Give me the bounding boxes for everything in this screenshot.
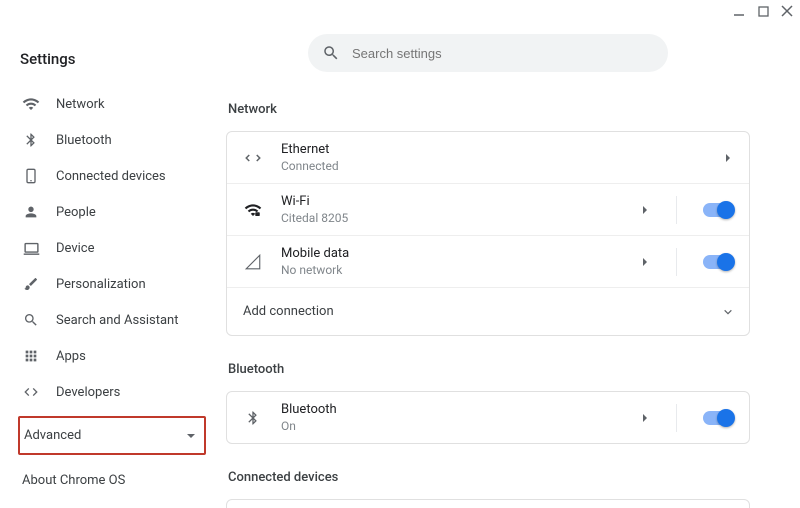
- sidebar-item-label: People: [56, 205, 96, 220]
- ethernet-label: Ethernet: [281, 142, 705, 157]
- bluetooth-icon: [243, 408, 263, 428]
- laptop-icon: [22, 239, 40, 257]
- sidebar-item-label: Personalization: [56, 277, 146, 292]
- sidebar-item-search-assistant[interactable]: Search and Assistant: [18, 302, 198, 338]
- bluetooth-row[interactable]: Bluetooth On: [227, 392, 749, 443]
- section-title-network: Network: [228, 102, 750, 117]
- page-title: Settings: [18, 24, 198, 86]
- ethernet-row[interactable]: Ethernet Connected: [227, 132, 749, 183]
- chevron-right-icon[interactable]: [640, 205, 650, 215]
- bluetooth-label: Bluetooth: [281, 402, 622, 417]
- search-container[interactable]: [308, 34, 668, 72]
- sidebar-advanced-toggle[interactable]: Advanced: [18, 416, 206, 455]
- advanced-label: Advanced: [24, 428, 81, 443]
- search-input[interactable]: [352, 46, 654, 61]
- sidebar-item-people[interactable]: People: [18, 194, 198, 230]
- chevron-right-icon: [723, 153, 733, 163]
- sidebar-item-device[interactable]: Device: [18, 230, 198, 266]
- bluetooth-toggle[interactable]: [703, 411, 733, 425]
- chevron-right-icon[interactable]: [640, 413, 650, 423]
- connected-device-row[interactable]: Galaxy S21 5G Enabled: [227, 500, 749, 508]
- ethernet-icon: [243, 148, 263, 168]
- maximize-icon[interactable]: [756, 4, 770, 18]
- sidebar-item-apps[interactable]: Apps: [18, 338, 198, 374]
- wifi-lock-icon: [243, 200, 263, 220]
- signal-icon: [243, 252, 263, 272]
- sidebar-item-network[interactable]: Network: [18, 86, 198, 122]
- sidebar-item-bluetooth[interactable]: Bluetooth: [18, 122, 198, 158]
- wifi-toggle[interactable]: [703, 203, 733, 217]
- sidebar-item-label: Connected devices: [56, 169, 166, 184]
- close-icon[interactable]: [780, 4, 794, 18]
- sidebar-item-connected-devices[interactable]: Connected devices: [18, 158, 198, 194]
- wifi-row[interactable]: Wi-Fi Citedal 8205: [227, 183, 749, 235]
- chevron-down-icon: [186, 431, 196, 441]
- mobile-toggle[interactable]: [703, 255, 733, 269]
- bluetooth-card: Bluetooth On: [226, 391, 750, 444]
- section-title-bluetooth: Bluetooth: [228, 362, 750, 377]
- add-connection-row[interactable]: Add connection: [227, 287, 749, 335]
- apps-icon: [22, 347, 40, 365]
- code-icon: [22, 383, 40, 401]
- connected-card: Galaxy S21 5G Enabled: [226, 499, 750, 508]
- minimize-icon[interactable]: [732, 4, 746, 18]
- wifi-label: Wi-Fi: [281, 194, 622, 209]
- mobile-status: No network: [281, 263, 622, 277]
- mobile-label: Mobile data: [281, 246, 622, 261]
- divider: [676, 404, 677, 432]
- ethernet-status: Connected: [281, 159, 705, 173]
- wifi-status: Citedal 8205: [281, 211, 622, 225]
- search-icon: [322, 44, 340, 62]
- wifi-icon: [22, 95, 40, 113]
- sidebar-item-label: Search and Assistant: [56, 313, 179, 328]
- about-label: About Chrome OS: [22, 473, 125, 488]
- search-icon: [22, 311, 40, 329]
- sidebar-about[interactable]: About Chrome OS: [18, 455, 198, 506]
- section-title-connected: Connected devices: [228, 470, 750, 485]
- chevron-right-icon[interactable]: [640, 257, 650, 267]
- bluetooth-icon: [22, 131, 40, 149]
- sidebar-item-developers[interactable]: Developers: [18, 374, 198, 410]
- sidebar-item-label: Device: [56, 241, 95, 256]
- sidebar-item-personalization[interactable]: Personalization: [18, 266, 198, 302]
- divider: [676, 248, 677, 276]
- brush-icon: [22, 275, 40, 293]
- mobile-row[interactable]: Mobile data No network: [227, 235, 749, 287]
- divider: [676, 196, 677, 224]
- sidebar-item-label: Network: [56, 97, 105, 112]
- person-icon: [22, 203, 40, 221]
- sidebar-item-label: Bluetooth: [56, 133, 112, 148]
- network-card: Ethernet Connected Wi-Fi Citedal 8205 Mo: [226, 131, 750, 336]
- bluetooth-status: On: [281, 419, 622, 433]
- sidebar-item-label: Apps: [56, 349, 86, 364]
- chevron-down-icon: [723, 307, 733, 317]
- add-connection-label: Add connection: [243, 304, 705, 319]
- phone-icon: [22, 167, 40, 185]
- sidebar-item-label: Developers: [56, 385, 120, 400]
